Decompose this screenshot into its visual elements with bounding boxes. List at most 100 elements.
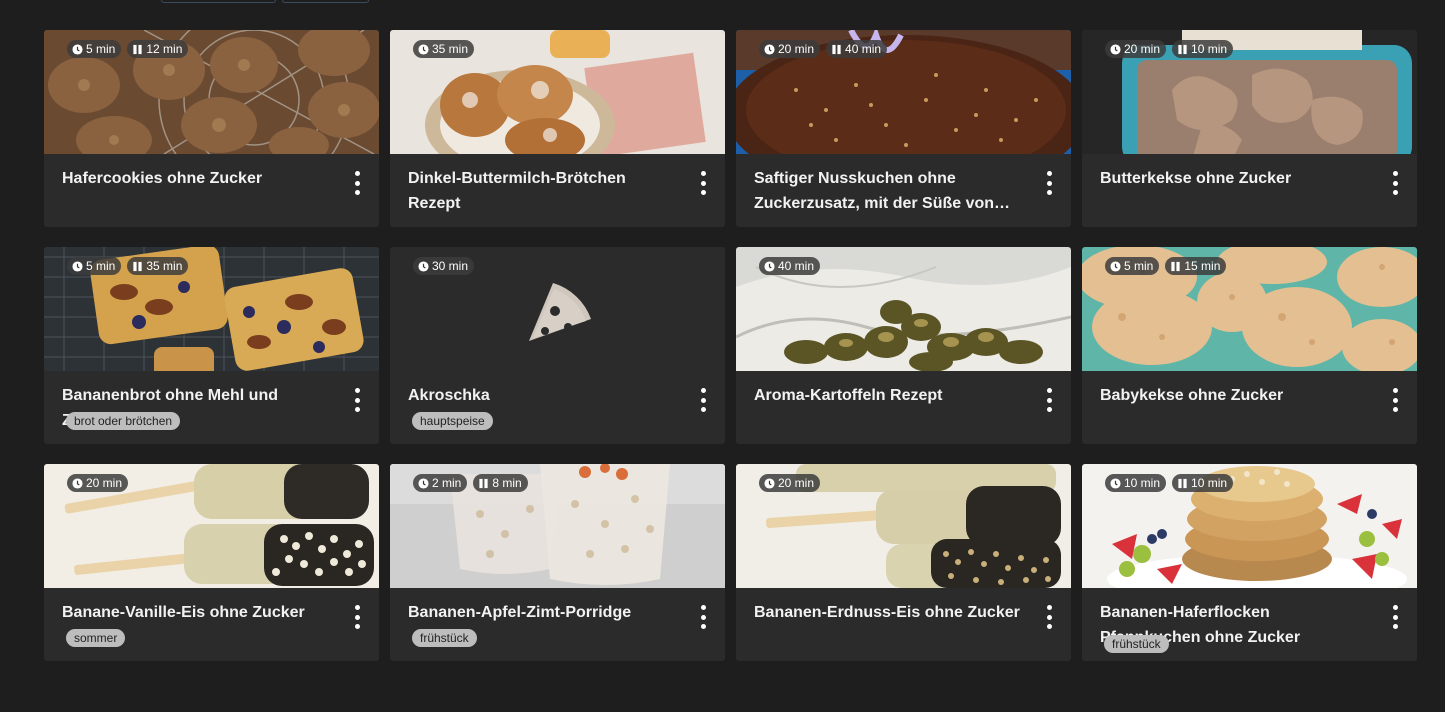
more-options-icon[interactable] xyxy=(699,605,707,629)
recipe-image: 5 min 12 min xyxy=(44,30,379,154)
more-options-icon[interactable] xyxy=(353,605,361,629)
recipe-image: 5 min 15 min xyxy=(1082,247,1417,371)
recipe-card[interactable]: 20 min 10 min Butterkekse ohne Zucker xyxy=(1082,30,1417,227)
pause-icon xyxy=(133,261,142,271)
recipe-title[interactable]: Butterkekse ohne Zucker xyxy=(1100,166,1367,191)
recipe-title[interactable]: Aroma-Kartoffeln Rezept xyxy=(754,383,1021,408)
time-badges: 20 min xyxy=(67,474,267,492)
recipe-image: 40 min xyxy=(736,247,1071,371)
clock-icon xyxy=(764,477,775,489)
category-tag[interactable]: brot oder brötchen xyxy=(66,412,181,430)
rest-time-badge: 10 min xyxy=(1172,40,1234,58)
pause-icon xyxy=(479,478,488,488)
pause-icon xyxy=(1178,44,1187,54)
recipe-title[interactable]: Saftiger Nusskuchen ohne Zuckerzusatz, m… xyxy=(754,166,1021,216)
more-options-icon[interactable] xyxy=(1045,605,1053,629)
time-badges: 20 min xyxy=(759,474,959,492)
recipe-image: 20 min xyxy=(736,464,1071,588)
recipe-card[interactable]: 35 min Dinkel-Buttermilch-Brötchen Rezep… xyxy=(390,30,725,227)
time-badges: 30 min xyxy=(413,257,613,275)
pizza-icon xyxy=(528,283,591,341)
time-badges: 5 min 35 min xyxy=(67,257,267,275)
prep-time-badge: 30 min xyxy=(413,257,475,275)
recipe-image: 10 min 10 min xyxy=(1082,464,1417,588)
more-options-icon[interactable] xyxy=(1045,171,1053,195)
recipe-grid: 5 min 12 min Hafercookies ohne Zucker 35… xyxy=(44,30,1417,661)
rest-time-badge: 40 min xyxy=(826,40,888,58)
recipe-card[interactable]: 2 min 8 min Bananen-Apfel-Zimt-Porridge … xyxy=(390,464,725,661)
recipe-card[interactable]: 5 min 35 min Bananenbrot ohne Mehl und Z… xyxy=(44,247,379,444)
clock-icon xyxy=(764,43,775,55)
category-tag[interactable]: hauptspeise xyxy=(412,412,493,430)
more-options-icon[interactable] xyxy=(1045,388,1053,412)
recipe-card[interactable]: 5 min 15 min Babykekse ohne Zucker xyxy=(1082,247,1417,444)
pause-icon xyxy=(1171,261,1180,271)
recipe-card[interactable]: 20 min Banane-Vanille-Eis ohne Zucker so… xyxy=(44,464,379,661)
clock-icon xyxy=(764,260,775,272)
recipe-image: 35 min xyxy=(390,30,725,154)
recipe-image: 20 min 10 min xyxy=(1082,30,1417,154)
time-badges: 2 min 8 min xyxy=(413,474,613,492)
more-options-icon[interactable] xyxy=(699,171,707,195)
clock-icon xyxy=(1110,260,1121,272)
rest-time-badge: 35 min xyxy=(127,257,189,275)
category-tag[interactable]: frühstück xyxy=(1104,635,1169,653)
time-badges: 10 min 10 min xyxy=(1105,474,1305,492)
more-options-icon[interactable] xyxy=(699,388,707,412)
prep-time-badge: 40 min xyxy=(759,257,821,275)
clock-icon xyxy=(1110,477,1121,489)
recipe-title[interactable]: Bananen-Apfel-Zimt-Porridge xyxy=(408,600,675,625)
recipe-title[interactable]: Banane-Vanille-Eis ohne Zucker xyxy=(62,600,329,625)
prep-time-badge: 20 min xyxy=(1105,40,1167,58)
pause-icon xyxy=(1178,478,1187,488)
category-tag[interactable]: sommer xyxy=(66,629,126,647)
clock-icon xyxy=(72,260,83,272)
category-tag[interactable]: frühstück xyxy=(412,629,477,647)
recipe-title[interactable]: Babykekse ohne Zucker xyxy=(1100,383,1367,408)
clock-icon xyxy=(418,260,429,272)
recipe-card[interactable]: 30 min Akroschka hauptspeise xyxy=(390,247,725,444)
prep-time-badge: 5 min xyxy=(67,40,122,58)
time-badges: 5 min 15 min xyxy=(1105,257,1305,275)
pause-icon xyxy=(832,44,841,54)
clock-icon xyxy=(418,43,429,55)
more-options-icon[interactable] xyxy=(1391,388,1399,412)
more-options-icon[interactable] xyxy=(1391,605,1399,629)
recipe-card[interactable]: 40 min Aroma-Kartoffeln Rezept xyxy=(736,247,1071,444)
rest-time-badge: 10 min xyxy=(1172,474,1234,492)
recipe-title[interactable]: Dinkel-Buttermilch-Brötchen Rezept xyxy=(408,166,675,216)
clock-icon xyxy=(418,477,429,489)
recipe-card[interactable]: 5 min 12 min Hafercookies ohne Zucker xyxy=(44,30,379,227)
prep-time-badge: 2 min xyxy=(413,474,468,492)
prep-time-badge: 5 min xyxy=(1105,257,1160,275)
recipe-image: 20 min xyxy=(44,464,379,588)
clock-icon xyxy=(72,43,83,55)
prep-time-badge: 10 min xyxy=(1105,474,1167,492)
clock-icon xyxy=(1110,43,1121,55)
more-options-icon[interactable] xyxy=(353,171,361,195)
time-badges: 20 min 40 min xyxy=(759,40,959,58)
clock-icon xyxy=(72,477,83,489)
more-options-icon[interactable] xyxy=(353,388,361,412)
prep-time-badge: 20 min xyxy=(759,474,821,492)
rest-time-badge: 15 min xyxy=(1165,257,1227,275)
time-badges: 20 min 10 min xyxy=(1105,40,1305,58)
recipe-title[interactable]: Akroschka xyxy=(408,383,675,408)
prep-time-badge: 20 min xyxy=(759,40,821,58)
pause-icon xyxy=(133,44,142,54)
recipe-title[interactable]: Bananen-Erdnuss-Eis ohne Zucker xyxy=(754,600,1021,625)
recipe-image: 20 min 40 min xyxy=(736,30,1071,154)
rest-time-badge: 12 min xyxy=(127,40,189,58)
time-badges: 40 min xyxy=(759,257,959,275)
time-badges: 35 min xyxy=(413,40,613,58)
recipe-card[interactable]: 10 min 10 min Bananen-Haferflocken Pfann… xyxy=(1082,464,1417,661)
top-button-stub-1[interactable] xyxy=(161,0,276,3)
rest-time-badge: 8 min xyxy=(473,474,528,492)
recipe-card[interactable]: 20 min Bananen-Erdnuss-Eis ohne Zucker xyxy=(736,464,1071,661)
recipe-card[interactable]: 20 min 40 min Saftiger Nusskuchen ohne Z… xyxy=(736,30,1071,227)
recipe-image: 2 min 8 min xyxy=(390,464,725,588)
top-button-stub-2[interactable] xyxy=(282,0,369,3)
recipe-title[interactable]: Hafercookies ohne Zucker xyxy=(62,166,329,191)
prep-time-badge: 5 min xyxy=(67,257,122,275)
more-options-icon[interactable] xyxy=(1391,171,1399,195)
